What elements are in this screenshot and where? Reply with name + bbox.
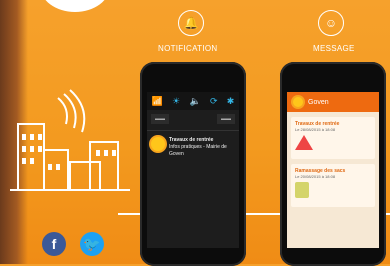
card-date: Le 20/08/2015 à 18:08 [295,174,336,179]
app-logo-icon [293,97,303,107]
wifi-icon[interactable]: 📶 [152,96,163,107]
message-caption: MESSAGE [313,44,355,53]
brightness-icon[interactable]: ☀ [172,96,180,107]
quick-settings: 📶 ☀ 🔈 ⟳ ✱ [147,92,239,110]
phone-notification: 📶 ☀ 🔈 ⟳ ✱ ▬▬ ▬▬ Travaux de rentrée Infos… [140,62,246,266]
phone2-screen: Goven Travaux de rentrée Le 28/08/2015 à… [287,92,379,248]
notification-title: Travaux de rentrée [169,137,214,143]
bin-icon [295,182,371,203]
notification-text: Infos pratiques - Mairie de Goven [169,144,227,157]
rotate-icon[interactable]: ⟳ [210,96,218,107]
phone1-screen: 📶 ☀ 🔈 ⟳ ✱ ▬▬ ▬▬ Travaux de rentrée Infos… [147,92,239,248]
city-illustration [10,89,130,191]
connector-line [118,213,140,215]
twitter-icon[interactable]: 🐦 [80,232,104,256]
message-card[interactable]: Travaux de rentrée Le 28/08/2015 à 18:08 [291,117,375,159]
card-date: Le 28/08/2015 à 18:08 [295,127,336,132]
app-icon [151,137,165,151]
message-card[interactable]: Ramassage des sacs Le 20/08/2015 à 18:08 [291,164,375,207]
facebook-icon[interactable]: f [42,232,66,256]
notification-item[interactable]: Travaux de rentrée Infos pratiques - Mai… [147,130,239,164]
notification-caption: NOTIFICATION [158,44,218,53]
bell-icon: 🔔 [178,10,204,36]
smile-icon: ☺ [318,10,344,36]
notif-tab[interactable]: ▬▬ [151,114,169,124]
phone-message: Goven Travaux de rentrée Le 28/08/2015 à… [280,62,386,266]
sound-icon[interactable]: 🔈 [189,96,200,107]
app-title: Goven [308,98,329,106]
connector-line [246,213,284,215]
logo-circle [40,0,110,12]
bluetooth-icon[interactable]: ✱ [227,96,235,107]
warning-icon [295,135,371,155]
notif-header: ▬▬ ▬▬ [151,114,235,124]
app-header: Goven [287,92,379,112]
notif-tab[interactable]: ▬▬ [217,114,235,124]
